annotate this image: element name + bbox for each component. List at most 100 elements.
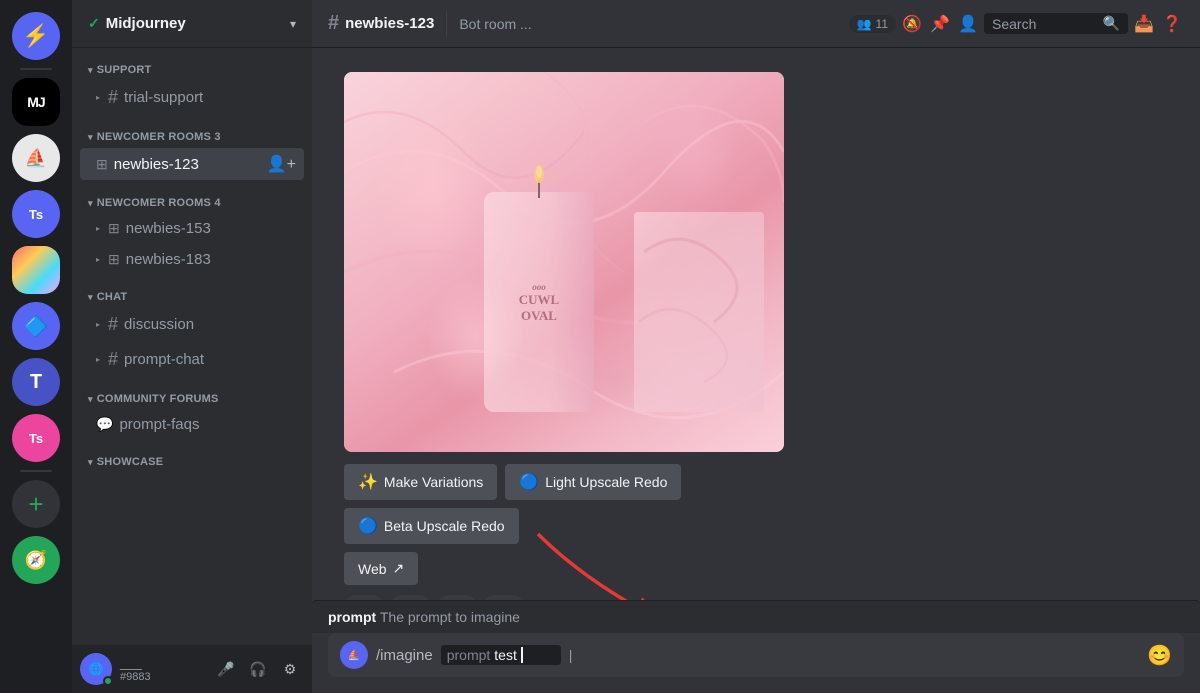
server-divider (20, 68, 52, 70)
category-arrow-icon: ▾ (88, 132, 93, 143)
beta-upscale-redo-button[interactable]: 🔵 Beta Upscale Redo (344, 508, 519, 544)
swirl-svg: ooo CUWL OVAL (344, 72, 784, 452)
members-count-group[interactable]: 👥 11 (849, 15, 896, 33)
server-icon-ts2[interactable]: Ts (12, 414, 60, 462)
hash-icon: # (108, 349, 118, 370)
main-content: # newbies-123 Bot room ... 👥 11 🔕 📌 👤 Se… (312, 0, 1200, 693)
channel-item-discussion[interactable]: ▸ # discussion (80, 308, 304, 341)
category-support[interactable]: ▾ SUPPORT (72, 48, 312, 80)
channel-name-prompt-faqs: prompt-faqs (119, 416, 199, 433)
server-icon-boat[interactable]: ⛵ (12, 134, 60, 182)
members-icon: 👥 (857, 17, 872, 31)
category-arrow-icon: ▾ (88, 292, 93, 303)
server-icon-colorful[interactable] (12, 246, 60, 294)
light-upscale-redo-button[interactable]: 🔵 Light Upscale Redo (505, 464, 681, 500)
settings-icon[interactable]: ⚙ (276, 655, 304, 683)
input-prompt-value[interactable]: test (494, 647, 517, 663)
channel-item-newbies-123[interactable]: ⊞ newbies-123 👤+ (80, 148, 304, 180)
chat-area[interactable]: ooo CUWL OVAL ✨ Make Variations (312, 48, 1200, 600)
hash-icon: # (108, 87, 118, 108)
topbar: # newbies-123 Bot room ... 👥 11 🔕 📌 👤 Se… (312, 0, 1200, 48)
channel-name-newbies-123: newbies-123 (114, 156, 199, 173)
message-container: ooo CUWL OVAL ✨ Make Variations (344, 72, 804, 600)
channel-name-trial-support: trial-support (124, 89, 203, 106)
channel-item-prompt-chat[interactable]: ▸ # prompt-chat (80, 343, 304, 376)
command-hint-name: prompt (328, 609, 376, 625)
server-icon-explore[interactable]: 🧭 (12, 536, 60, 584)
input-field-highlight[interactable]: prompt test (441, 645, 561, 665)
web-label: Web (358, 561, 387, 577)
search-placeholder: Search (992, 16, 1036, 32)
svg-text:ooo: ooo (532, 282, 546, 292)
user-tag: #9883 (120, 671, 204, 683)
category-community-forums[interactable]: ▾ COMMUNITY FORUMS (72, 377, 312, 409)
svg-text:OVAL: OVAL (521, 308, 557, 323)
category-newcomer-3[interactable]: ▾ NEWCOMER ROOMS 3 (72, 115, 312, 147)
candle-product-image: ooo CUWL OVAL (344, 72, 784, 452)
channel-name-discussion: discussion (124, 316, 194, 333)
beta-upscale-redo-label: Beta Upscale Redo (384, 518, 505, 534)
channel-item-prompt-faqs[interactable]: 💬 prompt-faqs (80, 410, 304, 439)
category-arrow-icon: ▾ (88, 457, 93, 468)
mute-icon[interactable]: 🎤 (212, 655, 240, 683)
muted-icon[interactable]: 🔕 (900, 12, 924, 36)
members-count: 11 (876, 17, 888, 31)
username: ___ (120, 656, 204, 671)
channel-sidebar: ✓ Midjourney ▾ ▾ SUPPORT ▸ # trial-suppo… (72, 0, 312, 693)
deafen-icon[interactable]: 🎧 (244, 655, 272, 683)
hash-icon: # (108, 314, 118, 335)
category-chat[interactable]: ▾ CHAT (72, 275, 312, 307)
user-info: ___ #9883 (120, 656, 204, 683)
topbar-icons: 👥 11 🔕 📌 👤 Search 🔍 📥 ❓ (849, 12, 1184, 36)
red-arrow-svg (508, 524, 728, 600)
channel-item-newbies-183[interactable]: ▸ ⊞ newbies-183 (80, 245, 304, 274)
category-arrow-icon: ▾ (88, 394, 93, 405)
server-icon-t[interactable]: T (12, 358, 60, 406)
thread-hash-icon: ⊞ (96, 156, 108, 173)
server-icon-midjourney[interactable]: MJ (12, 78, 60, 126)
bullet-icon: ▸ (96, 320, 100, 329)
channel-name-newbies-153: newbies-153 (126, 220, 211, 237)
category-arrow-icon: ▾ (88, 198, 93, 209)
command-hint-popup: prompt The prompt to imagine (312, 600, 1200, 633)
server-icon-blue-stack[interactable]: 🔷 (12, 302, 60, 350)
input-prompt-label: prompt (447, 647, 491, 663)
server-name-header[interactable]: ✓ Midjourney ▾ (72, 0, 312, 48)
category-newcomer-4[interactable]: ▾ NEWCOMER ROOMS 4 (72, 181, 312, 213)
bullet-icon: ▸ (96, 355, 100, 364)
bullet-icon: ▸ (96, 255, 100, 264)
topbar-hash-icon: # (328, 12, 339, 35)
server-icon-discord-home[interactable]: ⚡ (12, 12, 60, 60)
category-newcomer-4-label: NEWCOMER ROOMS 4 (97, 197, 221, 209)
avatar-symbol: 🌐 (89, 662, 104, 676)
slash-command-label: /imagine (376, 647, 433, 664)
channel-name-newbies-183: newbies-183 (126, 251, 211, 268)
input-caret-icon: | (569, 647, 573, 663)
category-newcomer-3-label: NEWCOMER ROOMS 3 (97, 131, 221, 143)
avatar: 🌐 (80, 653, 112, 685)
topbar-channel-name: # newbies-123 (328, 12, 434, 35)
web-button[interactable]: Web ↗ (344, 552, 418, 585)
pin-icon[interactable]: 📌 (928, 12, 952, 36)
channel-item-newbies-153[interactable]: ▸ ⊞ newbies-153 (80, 214, 304, 243)
command-hint-description: The prompt to imagine (380, 609, 520, 625)
help-icon[interactable]: ❓ (1160, 12, 1184, 36)
checkmark-icon: ✓ (88, 15, 100, 32)
footer-icons: 🎤 🎧 ⚙ (212, 655, 304, 683)
light-upscale-redo-label: Light Upscale Redo (545, 474, 667, 490)
category-showcase[interactable]: ▾ SHOWCASE (72, 440, 312, 472)
thread-hash-icon: ⊞ (108, 251, 120, 268)
forum-icon: 💬 (96, 416, 113, 433)
variations-icon: ✨ (358, 472, 378, 492)
search-box[interactable]: Search 🔍 (984, 13, 1128, 34)
chat-input-wrapper[interactable]: ⛵ /imagine prompt test | 😊 (328, 633, 1184, 677)
server-icon-add[interactable]: + (12, 480, 60, 528)
add-user-icon[interactable]: 👤+ (267, 154, 296, 174)
server-icon-ts[interactable]: Ts (12, 190, 60, 238)
inbox-icon[interactable]: 📥 (1132, 12, 1156, 36)
emoji-picker-button[interactable]: 😊 (1147, 643, 1172, 668)
thread-hash-icon: ⊞ (108, 220, 120, 237)
make-variations-button[interactable]: ✨ Make Variations (344, 464, 497, 500)
add-member-icon[interactable]: 👤 (956, 12, 980, 36)
channel-item-trial-support[interactable]: ▸ # trial-support (80, 81, 304, 114)
